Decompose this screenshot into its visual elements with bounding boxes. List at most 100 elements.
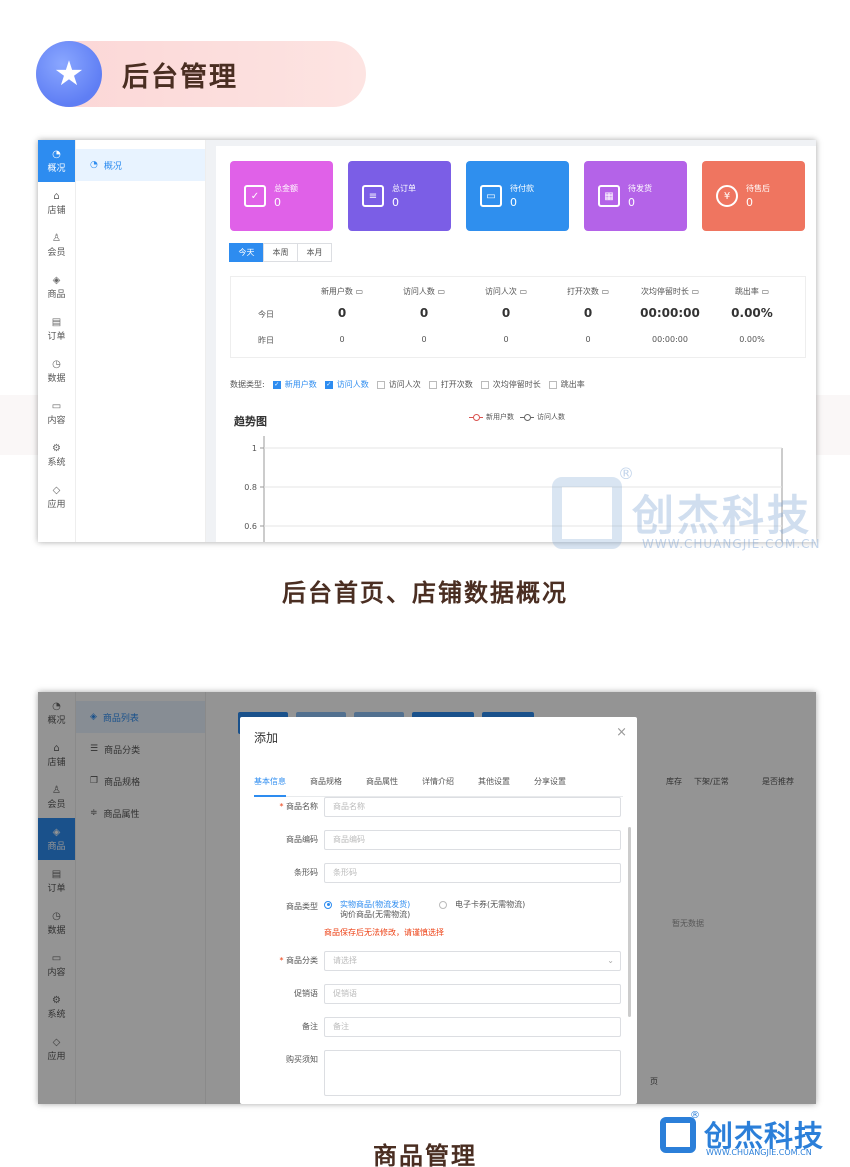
watermark-url: WWW.CHUANGJIE.COM.CN	[642, 537, 821, 551]
gauge-icon: ◔	[90, 160, 98, 170]
column-header: 跳出率 ▭	[734, 287, 770, 296]
dialog-tabs: 基本信息 商品规格 商品属性 详情介绍 其他设置 分享设置	[254, 775, 623, 797]
stats-table: 新用户数 ▭ 访问人数 ▭ 访问人次 ▭ 打开次数 ▭ 次均停留时长 ▭ 跳出率…	[230, 276, 806, 358]
watermark-logo	[552, 477, 622, 549]
yen-refresh-icon: ¥	[716, 185, 738, 207]
sub-sidebar: ◔ 概况	[76, 140, 206, 542]
barcode-input[interactable]: 条形码	[324, 863, 621, 883]
dialog-title: 添加	[254, 731, 279, 745]
wallet-icon: ▭	[480, 185, 502, 207]
radio-inquiry-goods[interactable]: 询价商品(无需物流)	[324, 909, 410, 920]
store-icon: ⌂	[53, 190, 60, 202]
goods-type-warning: 商品保存后无法修改，请谨慎选择	[324, 928, 444, 937]
legend-marker	[520, 413, 534, 421]
company-logo	[660, 1117, 696, 1153]
sidebar-item-member[interactable]: ♙ 会员	[38, 224, 75, 266]
check-square-icon: ✓	[244, 185, 266, 207]
y-tick-label: 0.8	[244, 483, 257, 492]
field-goods-category: * 商品分类 请选择 ⌄	[254, 951, 621, 971]
page-title: 后台管理	[122, 62, 238, 93]
legend-label[interactable]: 新用户数	[486, 412, 514, 422]
goods-type-radio-group: 实物商品(物流发货) 电子卡券(无需物流) 询价商品(无需物流) 商品保存后无法…	[324, 897, 621, 947]
tab-this-month[interactable]: 本月	[297, 243, 332, 262]
column-header: 次均停留时长 ▭	[640, 287, 700, 296]
stat-card-after-sale[interactable]: ¥ 待售后 0	[702, 161, 805, 231]
checkbox-new-users[interactable]: ✓	[272, 380, 281, 389]
checkbox-avg-stay[interactable]	[480, 380, 489, 389]
field-goods-code: 商品编码 商品编码	[254, 830, 621, 850]
legend-label[interactable]: 访问人数	[537, 412, 565, 422]
checkbox-bounce-rate[interactable]	[548, 380, 557, 389]
checkbox-visitors[interactable]: ✓	[324, 380, 333, 389]
tab-goods-spec[interactable]: 商品规格	[310, 775, 342, 797]
radio-e-voucher[interactable]: 电子卡券(无需物流)	[439, 899, 525, 910]
legend-marker	[469, 413, 483, 421]
y-tick-label: 0.6	[244, 522, 257, 531]
sidebar-item-overview[interactable]: ◔ 概况	[38, 140, 75, 182]
tab-this-week[interactable]: 本周	[263, 243, 298, 262]
checkbox-opens[interactable]	[428, 380, 437, 389]
user-icon: ♙	[52, 232, 61, 244]
box-icon: ▦	[598, 185, 620, 207]
chart-title: 趋势图	[234, 415, 267, 428]
stat-card-total-amount[interactable]: ✓ 总金额 0	[230, 161, 333, 231]
purchase-notice-textarea[interactable]	[324, 1050, 621, 1096]
data-type-filter: 数据类型: ✓ 新用户数 ✓ 访问人数 访问人次 打开次数 次均停留时长 跳出率	[230, 380, 585, 389]
table-row: 今日 0 0 0 0 00:00:00 0.00%	[258, 306, 773, 320]
sidebar-item-order[interactable]: ▤ 订单	[38, 308, 75, 350]
cube-icon: ◈	[52, 274, 61, 286]
tab-basic-info[interactable]: 基本信息	[254, 775, 286, 797]
tab-detail[interactable]: 详情介绍	[422, 775, 454, 797]
range-tabs: 今天 本周 本月	[229, 243, 332, 262]
close-icon[interactable]: ×	[616, 725, 627, 740]
goods-management-screenshot: ◔ 概况 ⌂ 店铺 ♙ 会员 ◈ 商品 ▤ 订单 ◷ 数据 ▭ 内容 ⚙ 系统 ◇ 应用 ◈ 商品列…	[38, 692, 816, 1104]
icon-sidebar: ◔ 概况 ⌂ 店铺 ♙ 会员 ◈ 商品 ▤ 订单 ◷ 数据 ▭ 内容 ⚙ 系统 ◇ 应用	[38, 140, 76, 542]
goods-category-select[interactable]: 请选择 ⌄	[324, 951, 621, 971]
clipboard-icon: ▤	[51, 316, 62, 328]
subnav-item-overview[interactable]: ◔ 概况	[76, 149, 205, 181]
field-goods-type: 商品类型 实物商品(物流发货) 电子卡券(无需物流) 询价商品(无需物流) 商品…	[254, 897, 621, 947]
package-icon: ◇	[52, 484, 61, 496]
column-header: 打开次数 ▭	[566, 287, 610, 296]
field-promo: 促销语 促销语	[254, 984, 621, 1004]
sidebar-item-content[interactable]: ▭ 内容	[38, 392, 75, 434]
stat-card-to-ship[interactable]: ▦ 待发货 0	[584, 161, 687, 231]
logo-url: WWW.CHUANGJIE.COM.CN	[706, 1148, 812, 1157]
table-row: 昨日 0 0 0 0 00:00:00 0.00%	[258, 335, 765, 345]
dialog-scrollbar[interactable]	[628, 827, 631, 1017]
field-goods-name: * 商品名称 商品名称	[254, 797, 621, 817]
stat-card-unpaid[interactable]: ▭ 待付款 0	[466, 161, 569, 231]
add-goods-dialog: 添加 × 基本信息 商品规格 商品属性 详情介绍 其他设置 分享设置 * 商品名…	[240, 717, 637, 1104]
remark-input[interactable]: 备注	[324, 1017, 621, 1037]
field-remark: 备注 备注	[254, 1017, 621, 1037]
gear-icon: ⚙	[52, 442, 61, 454]
folder-icon: ▭	[51, 400, 62, 412]
chart-legend: 新用户数 访问人数	[466, 412, 565, 422]
gauge-icon: ◔	[52, 148, 61, 160]
watermark-registered-mark: ®	[618, 464, 634, 483]
tab-goods-attr[interactable]: 商品属性	[366, 775, 398, 797]
goods-code-input[interactable]: 商品编码	[324, 830, 621, 850]
watermark-text: 创杰科技	[632, 491, 813, 540]
caption-dashboard: 后台首页、店铺数据概况	[282, 579, 568, 607]
star-icon: ★	[36, 41, 102, 107]
tab-share-settings[interactable]: 分享设置	[534, 775, 566, 797]
table-header-row: 新用户数 ▭ 访问人数 ▭ 访问人次 ▭ 打开次数 ▭ 次均停留时长 ▭ 跳出率…	[231, 286, 805, 297]
sidebar-item-app[interactable]: ◇ 应用	[38, 476, 75, 518]
goods-name-input[interactable]: 商品名称	[324, 797, 621, 817]
chevron-down-icon: ⌄	[607, 956, 614, 965]
sidebar-item-data[interactable]: ◷ 数据	[38, 350, 75, 392]
column-header: 访问人次 ▭	[484, 287, 528, 296]
promo-input[interactable]: 促销语	[324, 984, 621, 1004]
tab-other-settings[interactable]: 其他设置	[478, 775, 510, 797]
column-header: 新用户数 ▭	[320, 287, 364, 296]
sidebar-item-system[interactable]: ⚙ 系统	[38, 434, 75, 476]
stat-card-total-orders[interactable]: ≡ 总订单 0	[348, 161, 451, 231]
column-header: 访问人数 ▭	[402, 287, 446, 296]
sidebar-item-goods[interactable]: ◈ 商品	[38, 266, 75, 308]
clock-icon: ◷	[52, 358, 61, 370]
checkbox-visits[interactable]	[376, 380, 385, 389]
field-purchase-notice: 购买须知	[254, 1050, 621, 1096]
tab-today[interactable]: 今天	[229, 243, 264, 262]
sidebar-item-store[interactable]: ⌂ 店铺	[38, 182, 75, 224]
